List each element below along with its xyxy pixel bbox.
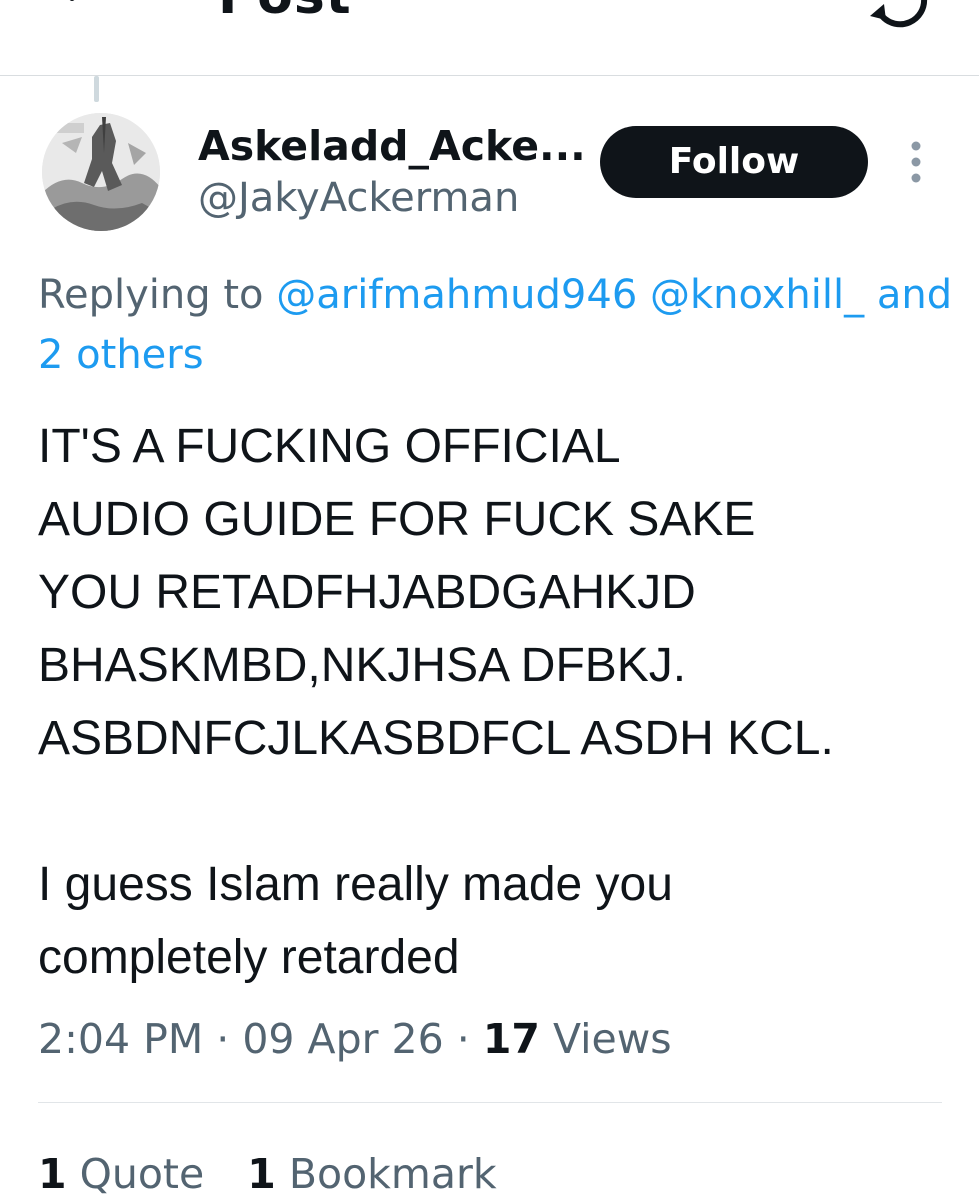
top-bar: Post [0,0,979,76]
bookmarks-label: Bookmark [288,1150,497,1198]
bookmarks-stat[interactable]: 1 Bookmark [247,1148,496,1200]
avatar[interactable] [42,113,160,231]
post-metadata: 2:04 PM · 09 Apr 26 · 17 Views [38,1010,672,1068]
post-date[interactable]: 09 Apr 26 [242,1015,443,1063]
post-time[interactable]: 2:04 PM [38,1015,203,1063]
post-body-text: IT'S A FUCKING OFFICIAL AUDIO GUIDE FOR … [38,420,834,984]
thread-connector-line [94,76,99,102]
reply-prefix: Replying to [38,272,264,318]
mention-connector: and [876,272,953,318]
arrow-left-icon[interactable] [58,0,106,20]
others-link[interactable]: 2 others [38,326,204,384]
mention-link[interactable]: @arifmahmud946 [276,272,637,318]
quotes-label: Quote [79,1150,205,1198]
author-display-name[interactable]: Askeladd_Acke... [198,122,586,170]
more-vertical-icon[interactable] [898,140,934,184]
follow-button[interactable]: Follow [600,126,868,198]
mention-link[interactable]: @knoxhill_ [650,272,864,318]
views-label: Views [552,1015,672,1063]
post-stats: 1 Quote 1 Bookmark [38,1148,497,1200]
refresh-icon[interactable] [862,0,934,30]
reply-context: Replying to @arifmahmud946 @knoxhill_ an… [38,266,979,324]
quotes-stat[interactable]: 1 Quote [38,1148,204,1200]
meta-separator: · [456,1015,470,1063]
author-handle[interactable]: @JakyAckerman [198,174,519,222]
views-count: 17 [482,1015,540,1063]
page-title: Post [218,0,352,22]
meta-separator: · [216,1015,230,1063]
divider [38,1102,942,1103]
quotes-count: 1 [38,1150,67,1198]
bookmarks-count: 1 [247,1150,276,1198]
avatar-image [42,113,160,231]
